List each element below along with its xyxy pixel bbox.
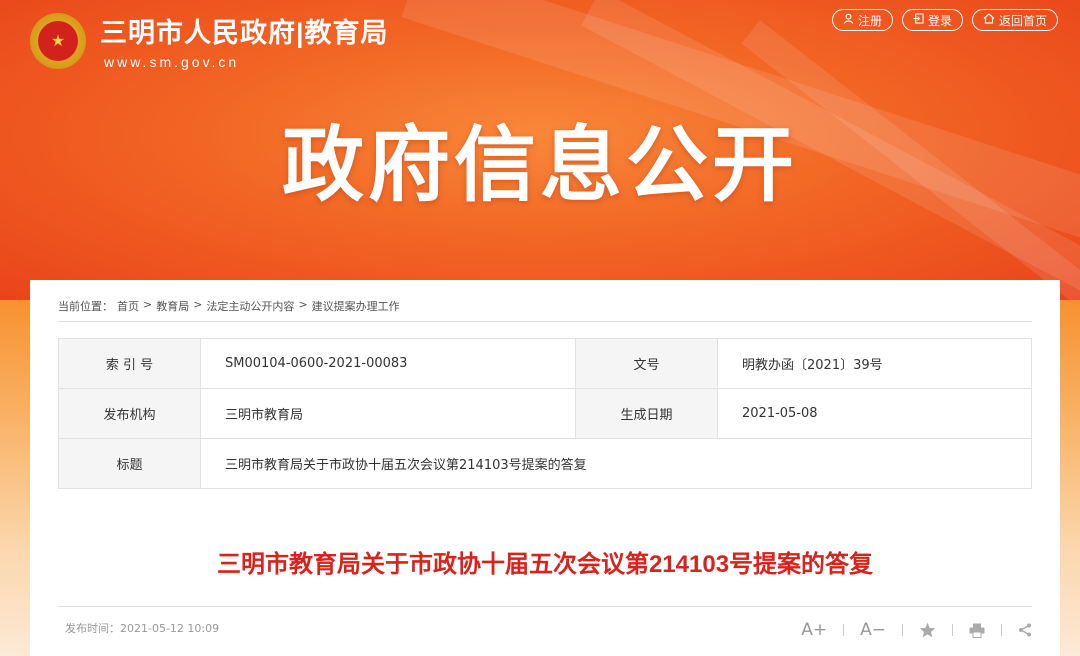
register-label: 注册 — [857, 13, 882, 28]
article-title: 三明市教育局关于市政协十届五次会议第214103号提案的答复 — [216, 551, 874, 578]
date-value: 2021-05-08 — [717, 388, 1032, 439]
user-icon — [843, 13, 854, 27]
date-label: 生成日期 — [575, 388, 718, 439]
site-name: 三明市人民政府 — [100, 18, 296, 48]
hero-title: 政府信息公开 — [281, 120, 798, 211]
font-decrease-button[interactable]: A− — [860, 620, 886, 640]
breadcrumb-separator: > — [298, 298, 308, 311]
table-row: 标题 三明市教育局关于市政协十届五次会议第214103号提案的答复 — [58, 438, 1032, 489]
breadcrumb-prefix: 当前位置： — [58, 300, 113, 313]
breadcrumb-item-proposals[interactable]: 建议提案办理工作 — [312, 298, 400, 314]
national-emblem-icon: ★ — [30, 12, 86, 69]
dept-name: |教育局 — [296, 18, 389, 48]
site-logo[interactable]: ★ 三明市人民政府|教育局 www.sm.gov.cn — [30, 11, 389, 70]
breadcrumb-item-bureau[interactable]: 教育局 — [156, 298, 189, 314]
divider — [952, 624, 953, 636]
home-button[interactable]: 返回首页 — [971, 9, 1058, 31]
divider — [1001, 624, 1002, 636]
divider — [843, 624, 845, 636]
favorite-star-icon[interactable] — [919, 622, 936, 638]
login-label: 登录 — [927, 13, 952, 28]
index-label: 索 引 号 — [58, 338, 201, 389]
publish-time: 发布时间：2021-05-12 10:09 — [65, 622, 220, 635]
document-meta-table: 索 引 号 SM00104-0600-2021-00083 文号 明教办函〔20… — [58, 338, 1032, 489]
login-button[interactable]: 登录 — [901, 9, 963, 31]
breadcrumb-separator: > — [193, 298, 203, 311]
article-tools: A+ A− — [801, 620, 1032, 640]
table-row: 发布机构 三明市教育局 生成日期 2021-05-08 — [58, 388, 1032, 439]
doc-no-label: 文号 — [575, 338, 718, 389]
register-button[interactable]: 注册 — [831, 9, 893, 31]
divider — [58, 606, 1032, 607]
divider — [58, 321, 1032, 322]
top-nav: 注册 登录 返回首页 — [831, 9, 1058, 31]
title-value: 三明市教育局关于市政协十届五次会议第214103号提案的答复 — [200, 438, 1032, 489]
share-icon[interactable] — [1018, 623, 1032, 637]
print-icon[interactable] — [969, 623, 985, 638]
home-icon — [983, 13, 995, 27]
index-value: SM00104-0600-2021-00083 — [200, 338, 576, 389]
breadcrumb: 当前位置： 首页 > 教育局 > 法定主动公开内容 > 建议提案办理工作 — [58, 298, 400, 314]
breadcrumb-item-disclosure[interactable]: 法定主动公开内容 — [206, 298, 294, 314]
publisher-value: 三明市教育局 — [200, 388, 576, 439]
divider — [902, 624, 903, 636]
title-label: 标题 — [58, 438, 201, 489]
login-icon — [913, 13, 924, 27]
home-label: 返回首页 — [998, 13, 1047, 28]
site-url: www.sm.gov.cn — [104, 54, 240, 70]
doc-no-value: 明教办函〔2021〕39号 — [717, 338, 1032, 389]
content-panel: 当前位置： 首页 > 教育局 > 法定主动公开内容 > 建议提案办理工作 索 引… — [30, 280, 1060, 656]
breadcrumb-separator: > — [143, 298, 153, 311]
font-increase-button[interactable]: A+ — [801, 620, 827, 640]
publisher-label: 发布机构 — [58, 388, 201, 439]
table-row: 索 引 号 SM00104-0600-2021-00083 文号 明教办函〔20… — [58, 338, 1032, 389]
breadcrumb-item-home[interactable]: 首页 — [117, 298, 139, 314]
